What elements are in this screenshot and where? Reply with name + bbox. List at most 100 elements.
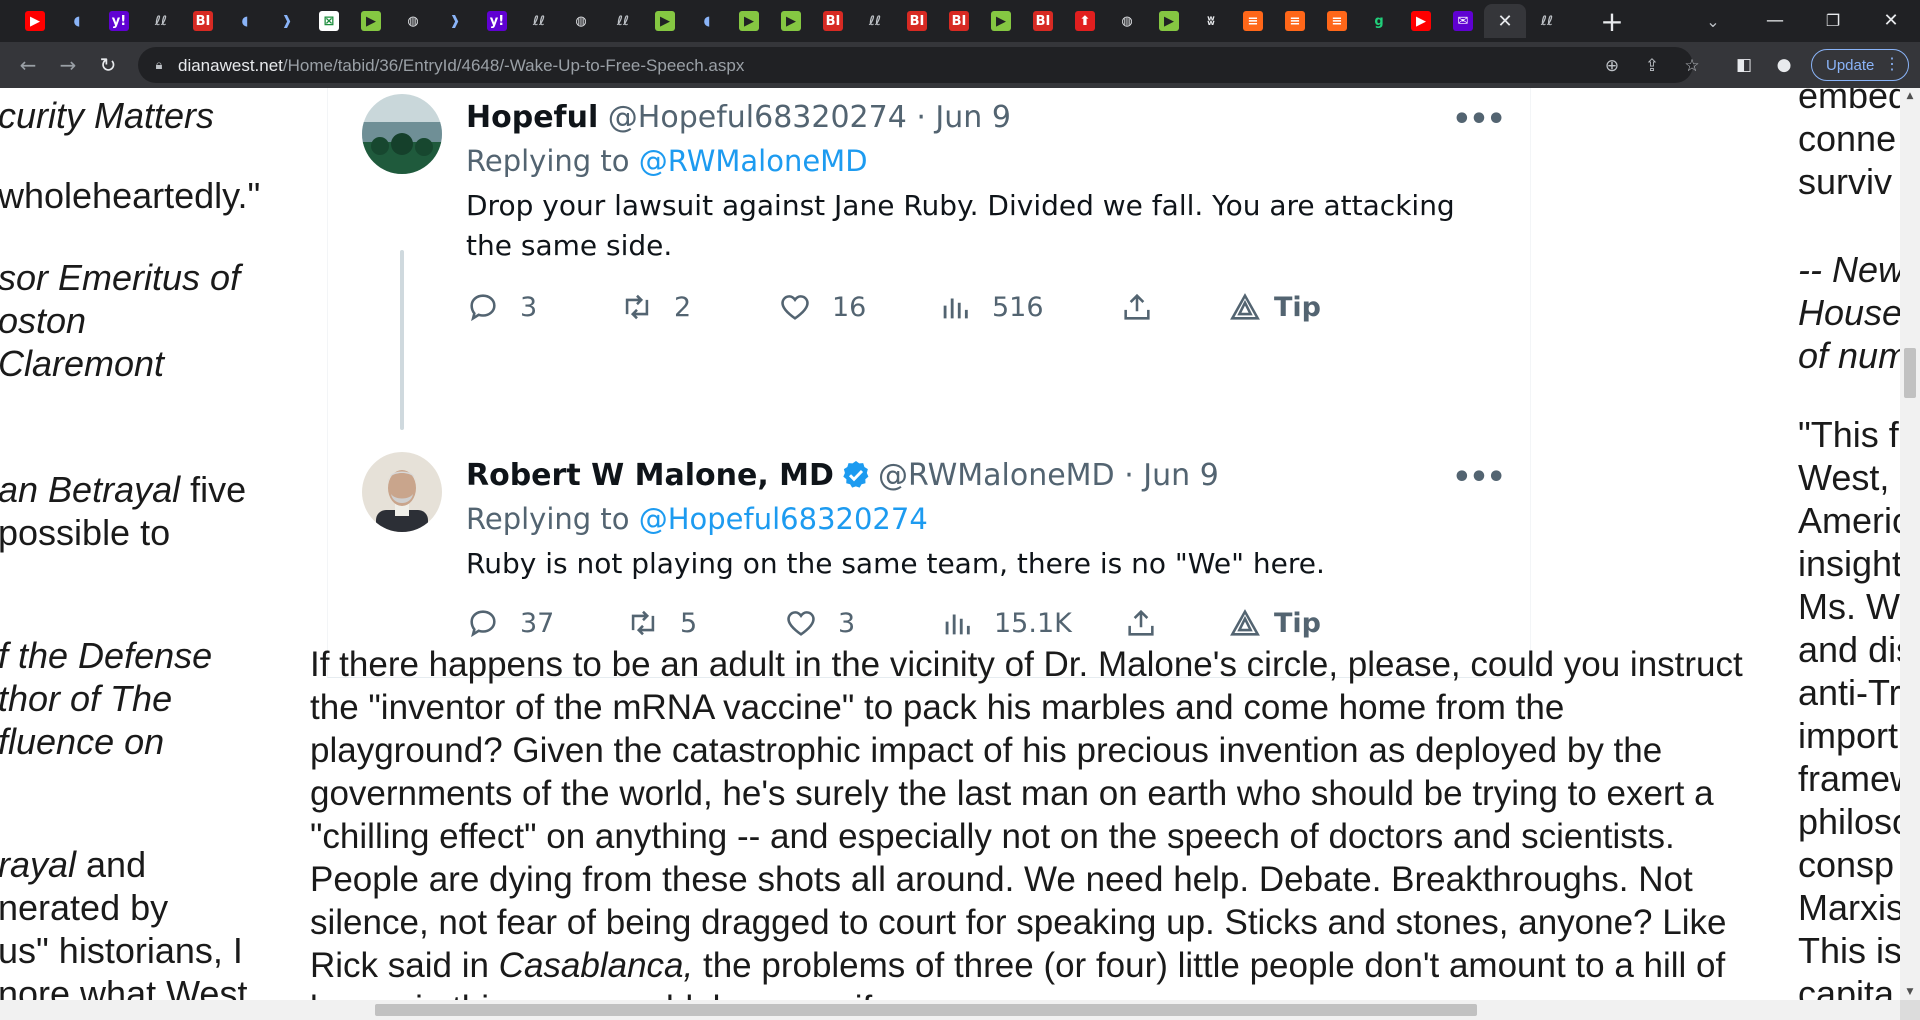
spreadsheet-icon: ⊠ [319, 11, 339, 31]
horizontal-scroll-thumb[interactable] [375, 1004, 1477, 1016]
horizontal-scrollbar[interactable] [0, 1000, 1900, 1020]
tab[interactable]: ʬ [1190, 4, 1232, 38]
tab[interactable]: ≡ [1274, 4, 1316, 38]
profile-icon[interactable]: ● [1772, 53, 1796, 77]
tab[interactable]: ▶ [1148, 4, 1190, 38]
share-upload-icon [1124, 293, 1150, 320]
like-action[interactable]: 3 [784, 606, 855, 640]
tab[interactable]: ✉ [1442, 4, 1484, 38]
tip-action[interactable]: Tip [1228, 606, 1321, 640]
tweet-author-name[interactable]: Hopeful [466, 100, 598, 135]
minimize-button[interactable]: — [1752, 4, 1798, 36]
tab[interactable]: BI [938, 4, 980, 38]
tab[interactable]: ⬆ [1064, 4, 1106, 38]
tweet-handle[interactable]: @Hopeful68320274 [608, 100, 907, 135]
avatar[interactable] [362, 452, 442, 532]
tab[interactable]: y! [476, 4, 518, 38]
close-icon[interactable]: ✕ [1495, 11, 1515, 32]
tab[interactable]: ◍ [560, 4, 602, 38]
tweet-author-name[interactable]: Robert W Malone, MD [466, 458, 834, 493]
globe-icon: ◍ [403, 11, 423, 31]
scroll-up-arrow-icon[interactable]: ▲ [1900, 88, 1920, 104]
tweet-text: Ruby is not playing on the same team, th… [466, 547, 1325, 580]
tab[interactable]: ℓℓ [140, 4, 182, 38]
tab[interactable]: ℓℓ [518, 4, 560, 38]
left-sidebar-column: curity Matters wholeheartedly." sor Emer… [0, 88, 300, 1000]
scroll-down-arrow-icon[interactable]: ▼ [1900, 984, 1920, 1000]
tab[interactable]: BI [182, 4, 224, 38]
tab[interactable]: ℓℓ [602, 4, 644, 38]
article-icon: ℓℓ [151, 11, 171, 31]
right-text: surviv [1798, 161, 1893, 202]
tab[interactable]: ◖ [56, 4, 98, 38]
tip-action[interactable]: Tip [1228, 290, 1321, 324]
url-text[interactable]: dianawest.net/Home/tabid/36/EntryId/4648… [178, 56, 744, 76]
reload-button[interactable]: ↻ [94, 51, 122, 79]
tab[interactable]: ℓℓ [854, 4, 896, 38]
update-button[interactable]: Update ⋮ [1811, 49, 1909, 81]
tweet-date[interactable]: · Jun 9 [1124, 458, 1219, 493]
more-options-icon[interactable]: ••• [1452, 460, 1506, 495]
views-action[interactable]: 15.1K [940, 606, 1072, 640]
replying-to-handle[interactable]: @Hopeful68320274 [639, 502, 928, 536]
tab[interactable]: BI [812, 4, 854, 38]
tab-strip: ▶ ◖ y! ℓℓ BI ◖ ❱ ⊠ ▶ ◍ ❱ y! ℓℓ ◍ ℓℓ ▶ ◖ ▶ ▶ BI ℓℓ BI BI ▶ BI ⬆ ◍ ▶ ʬ… [0, 0, 1920, 42]
more-options-icon[interactable]: ••• [1452, 102, 1506, 137]
tab[interactable]: ≡ [1232, 4, 1274, 38]
tab[interactable]: y! [98, 4, 140, 38]
tab[interactable]: ▶ [644, 4, 686, 38]
view-count: 15.1K [994, 607, 1072, 639]
restore-button[interactable]: ❐ [1810, 4, 1856, 36]
tab-search-chevron-icon[interactable]: ⌄ [1700, 8, 1726, 34]
new-tab-button[interactable]: + [1595, 4, 1629, 38]
tab[interactable]: ≡ [1316, 4, 1358, 38]
tab[interactable]: ❱ [266, 4, 308, 38]
tab[interactable]: BI [1022, 4, 1064, 38]
tab[interactable]: ▶ [350, 4, 392, 38]
side-panel-icon[interactable]: ◧ [1732, 53, 1756, 77]
tab[interactable]: ℓℓ [1526, 4, 1568, 38]
share-action[interactable] [1124, 606, 1178, 640]
like-action[interactable]: 16 [778, 290, 866, 324]
lock-icon[interactable]: 🔒︎ [150, 55, 168, 75]
tab[interactable]: ⊠ [308, 4, 350, 38]
replying-to-handle[interactable]: @RWMaloneMD [639, 144, 868, 178]
share-icon[interactable]: ⇪ [1640, 54, 1664, 78]
avatar[interactable] [362, 94, 442, 174]
tab[interactable]: ◖ [686, 4, 728, 38]
tab[interactable]: ◍ [1106, 4, 1148, 38]
share-action[interactable] [1120, 290, 1174, 324]
views-action[interactable]: 516 [938, 290, 1044, 324]
tab[interactable]: g [1358, 4, 1400, 38]
back-button[interactable]: ← [14, 51, 42, 79]
vertical-scrollbar[interactable]: ▲ ▼ [1900, 88, 1920, 1000]
window-close-button[interactable]: ✕ [1868, 4, 1914, 36]
address-bar[interactable]: 🔒︎ dianawest.net/Home/tabid/36/EntryId/4… [138, 47, 1700, 83]
tab[interactable]: ▶ [1400, 4, 1442, 38]
right-text: anti-Tr [1798, 672, 1900, 713]
bookmark-star-icon[interactable]: ☆ [1680, 54, 1704, 78]
right-sidebar-column: embed conne surviv -- New House of num "… [1798, 88, 1900, 1000]
tab[interactable]: ◖ [224, 4, 266, 38]
zoom-icon[interactable]: ⊕ [1600, 54, 1624, 78]
retweet-action[interactable]: 5 [626, 606, 697, 640]
tab[interactable]: ▶ [728, 4, 770, 38]
tab[interactable]: ▶ [980, 4, 1022, 38]
tweet-handle[interactable]: @RWMaloneMD [878, 458, 1115, 493]
menu-dots-icon[interactable]: ⋮ [1884, 54, 1900, 74]
share-upload-icon [1128, 609, 1154, 636]
tab[interactable]: ◍ [392, 4, 434, 38]
right-text: framew [1798, 758, 1900, 799]
youtube-icon: ▶ [1411, 11, 1431, 31]
retweet-action[interactable]: 2 [620, 290, 691, 324]
tab[interactable]: ▶ [770, 4, 812, 38]
forward-button[interactable]: → [54, 51, 82, 79]
tweet-date[interactable]: · Jun 9 [916, 100, 1011, 135]
reply-action[interactable]: 3 [466, 290, 537, 324]
tab-active[interactable]: ✕ [1484, 4, 1526, 38]
vertical-scroll-thumb[interactable] [1904, 348, 1916, 398]
tab[interactable]: ❱ [434, 4, 476, 38]
tab[interactable]: BI [896, 4, 938, 38]
reply-action[interactable]: 37 [466, 606, 554, 640]
tab[interactable]: ▶ [14, 4, 56, 38]
